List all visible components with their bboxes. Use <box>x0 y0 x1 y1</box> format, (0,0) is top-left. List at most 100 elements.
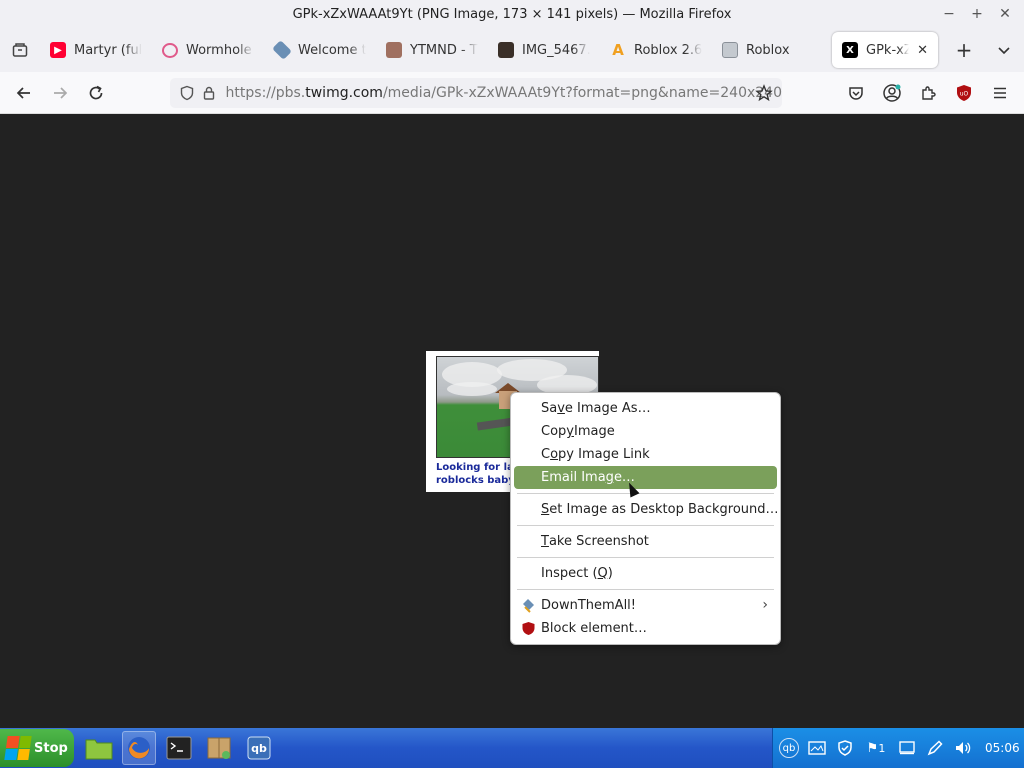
tab-label: YTMND - Th <box>410 42 478 58</box>
menu-separator <box>517 557 774 558</box>
close-tab-button[interactable]: ✕ <box>917 43 928 58</box>
menu-email-image[interactable]: Email Ima g e… <box>514 466 777 489</box>
menu-take-screenshot[interactable]: Take Screenshot <box>511 530 780 553</box>
display-icon[interactable] <box>807 738 827 758</box>
reload-icon <box>89 85 103 99</box>
window-list-icon[interactable] <box>897 738 917 758</box>
menu-accesskey: y <box>566 424 574 439</box>
minimize-button[interactable]: − <box>938 3 960 25</box>
tab-welcome[interactable]: Welcome to <box>264 32 376 68</box>
back-button[interactable] <box>6 77 42 109</box>
reload-button[interactable] <box>78 77 114 109</box>
window-controls: − + ✕ <box>938 3 1016 25</box>
star-icon <box>755 84 773 102</box>
bookmark-star-button[interactable] <box>752 81 776 105</box>
tab-label: Martyr (full <box>74 42 142 58</box>
tab-label: Roblox <box>746 42 790 58</box>
qbittorrent-icon[interactable]: qb <box>242 731 276 765</box>
close-window-button[interactable]: ✕ <box>994 3 1016 25</box>
tab-active-image[interactable]: X GPk-xZxWAAAt9Yt ✕ <box>832 32 938 68</box>
roblox-page-icon <box>722 42 738 58</box>
tab-roblox[interactable]: Roblox <box>712 32 824 68</box>
firefox-icon[interactable] <box>122 731 156 765</box>
toolbar-right: uO <box>840 77 1016 109</box>
svg-text:uO: uO <box>960 91 969 98</box>
wormhole-icon <box>162 42 178 58</box>
ublock-icon: uO <box>957 85 971 101</box>
window-title: GPk-xZxWAAAt9Yt (PNG Image, 173 × 141 pi… <box>292 6 732 22</box>
menu-set-desktop-background[interactable]: Set Image as Desktop Background… <box>511 498 780 521</box>
qbittorrent-tray-icon[interactable]: qb <box>779 738 799 758</box>
menu-accesskey: v <box>557 401 565 416</box>
shield-tray-icon[interactable] <box>835 738 855 758</box>
ublock-button[interactable]: uO <box>948 77 980 109</box>
menu-accesskey: g <box>605 470 614 485</box>
taskbar: Stop qb qb ⚑ 1 05:06 <box>0 728 1024 768</box>
url-path: /media/GPk-xZxWAAAt9Yt?format=png&name=2… <box>382 85 782 101</box>
tab-img[interactable]: IMG_5467.jpg <box>488 32 600 68</box>
maximize-button[interactable]: + <box>966 3 988 25</box>
downthemall-icon <box>521 598 536 613</box>
url-prefix: https://pbs. <box>225 85 306 101</box>
extensions-button[interactable] <box>912 77 944 109</box>
puzzle-icon <box>922 86 936 100</box>
archive-icon[interactable] <box>202 731 236 765</box>
site-info-button[interactable] <box>198 81 220 105</box>
menu-separator <box>517 589 774 590</box>
tab-martyr[interactable]: ▶ Martyr (full <box>40 32 152 68</box>
tab-strip: ▶ Martyr (full Wormhole Welcome to YTMND… <box>0 28 1024 72</box>
tab-label: IMG_5467.jpg <box>522 42 590 58</box>
tab-ytmnd[interactable]: YTMND - Th <box>376 32 488 68</box>
shield-icon <box>180 85 194 101</box>
menu-accesskey: Q <box>597 566 608 581</box>
menu-block-element[interactable]: Block element… <box>511 617 780 640</box>
image-context-menu: Sa v e Image As… Cop y Image Co py Image Lin… <box>510 392 781 645</box>
system-tray: qb ⚑ 1 05:06 <box>772 728 1024 768</box>
chevron-down-icon <box>998 47 1010 55</box>
youtube-icon: ▶ <box>50 42 66 58</box>
tracking-protection-icon[interactable] <box>176 81 198 105</box>
menu-downthemall[interactable]: DownThemAll! › <box>511 594 780 617</box>
hamburger-menu-icon <box>994 87 1006 99</box>
account-button[interactable] <box>876 77 908 109</box>
back-arrow-icon <box>16 86 30 99</box>
menu-copy-image[interactable]: Cop y Image <box>511 420 780 443</box>
new-tab-button[interactable]: + <box>944 32 984 68</box>
clock[interactable]: 05:06 <box>985 741 1020 755</box>
submenu-arrow-icon: › <box>762 597 768 613</box>
start-button[interactable]: Stop <box>0 729 74 767</box>
tab-wormhole[interactable]: Wormhole <box>152 32 264 68</box>
caption-line-1: Looking for la <box>436 462 514 473</box>
menu-text: et Image as Desktop Background… <box>549 502 779 517</box>
firefox-view-button[interactable] <box>0 32 40 68</box>
updates-icon[interactable]: ⚑ 1 <box>863 738 889 758</box>
menu-text: Email Ima <box>541 470 606 485</box>
app-menu-button[interactable] <box>984 77 1016 109</box>
menu-save-image-as[interactable]: Sa v e Image As… <box>511 397 780 420</box>
forward-button[interactable] <box>42 77 78 109</box>
menu-text: Block element… <box>541 621 647 636</box>
file-manager-icon[interactable] <box>82 731 116 765</box>
ytmnd-icon <box>386 42 402 58</box>
list-all-tabs-button[interactable] <box>984 32 1024 68</box>
tab-label: GPk-xZxWAAAt9Yt <box>866 42 910 58</box>
menu-text: Inspect ( <box>541 566 598 581</box>
account-icon <box>883 84 901 102</box>
tab-roblox-264[interactable]: A Roblox 2.64 <box>600 32 712 68</box>
menu-inspect[interactable]: Inspect (Q) <box>511 562 780 585</box>
image-caption: Looking for la roblocks baby <box>436 461 516 487</box>
url-bar[interactable]: https://pbs.twimg.com/media/GPk-xZxWAAAt… <box>170 78 782 108</box>
url-text: https://pbs.twimg.com/media/GPk-xZxWAAAt… <box>226 85 782 101</box>
menu-copy-image-link[interactable]: Co py Image Link <box>511 443 780 466</box>
menu-text: ake Screenshot <box>548 534 649 549</box>
pen-icon[interactable] <box>925 738 945 758</box>
tab-label: Wormhole <box>186 42 252 58</box>
menu-accesskey: T <box>541 534 549 549</box>
terminal-icon[interactable] <box>162 731 196 765</box>
tab-label: Roblox 2.64 <box>634 42 702 58</box>
volume-icon[interactable] <box>953 738 973 758</box>
ublock-icon <box>521 621 536 636</box>
svg-text:qb: qb <box>251 742 267 755</box>
menu-separator <box>517 493 774 494</box>
pocket-button[interactable] <box>840 77 872 109</box>
